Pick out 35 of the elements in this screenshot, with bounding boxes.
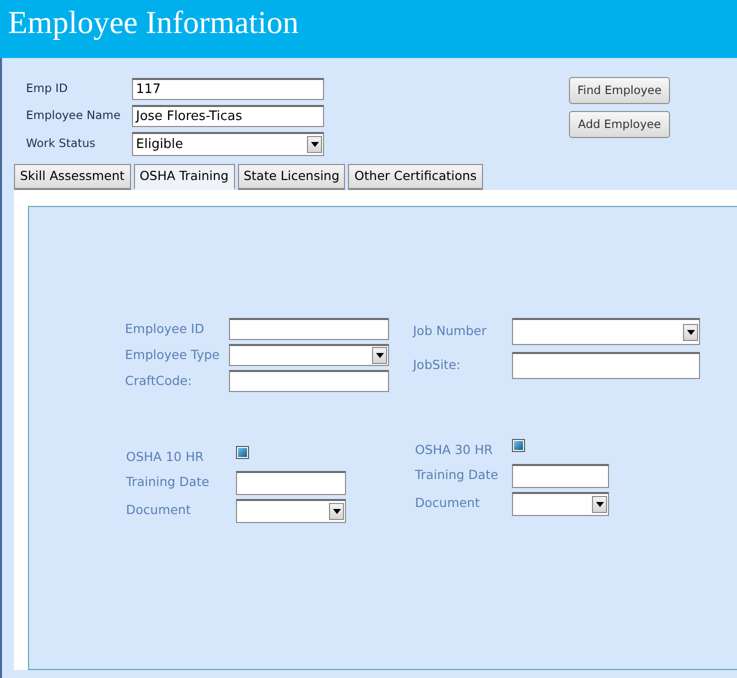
input-field[interactable]: 117	[132, 78, 324, 100]
field-label: Employee Type	[125, 346, 221, 364]
tab[interactable]: Skill Assessment	[14, 164, 131, 190]
input-field[interactable]	[229, 370, 389, 392]
field-label: CraftCode:	[125, 372, 193, 390]
combo-box[interactable]	[512, 492, 609, 516]
input-field[interactable]: Jose Flores-Ticas	[132, 105, 324, 127]
field-label: Document	[126, 501, 192, 520]
checkbox[interactable]	[236, 446, 249, 459]
input-field[interactable]	[229, 318, 389, 340]
combo-box[interactable]	[236, 498, 346, 523]
input-field[interactable]	[236, 470, 346, 495]
field-label: Emp ID	[26, 80, 69, 98]
field-label: OSHA 30 HR	[415, 441, 494, 459]
field-label: Employee Name	[26, 107, 122, 124]
checkbox[interactable]	[512, 438, 525, 452]
field-label: Employee ID	[125, 320, 206, 338]
field-label: Work Status	[26, 135, 96, 152]
field-label: OSHA 10 HR	[126, 448, 205, 466]
input-field[interactable]	[512, 464, 609, 488]
tab[interactable]: State Licensing	[238, 164, 346, 190]
action-button[interactable]: Add Employee	[569, 111, 670, 138]
combo-box[interactable]: Eligible	[132, 132, 324, 156]
window-title: Employee Information	[8, 3, 300, 42]
field-label: JobSite:	[413, 356, 462, 374]
field-label: Document	[415, 494, 481, 512]
tab[interactable]: OSHA Training	[134, 164, 235, 190]
combo-box[interactable]	[512, 318, 700, 345]
tab[interactable]: Other Certifications	[348, 164, 483, 190]
field-label: Training Date	[126, 473, 210, 492]
field-label: Job Number	[413, 322, 488, 340]
field-label: Training Date	[415, 466, 500, 484]
input-field[interactable]	[512, 352, 700, 379]
action-button[interactable]: Find Employee	[569, 77, 670, 104]
combo-box[interactable]	[229, 344, 389, 366]
